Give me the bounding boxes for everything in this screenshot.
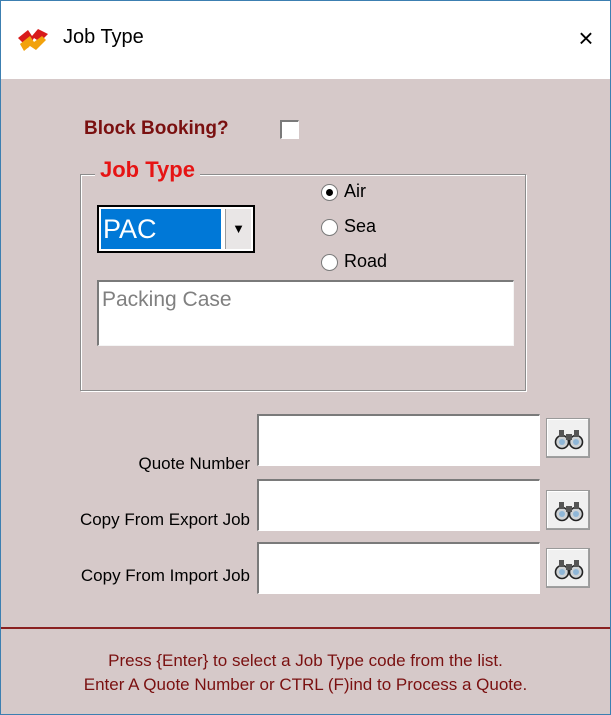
job-type-description: Packing Case <box>97 280 514 346</box>
window-title: Job Type <box>63 26 144 48</box>
job-type-window: Job Type × Block Booking? Job Type PAC ▼… <box>0 0 611 715</box>
copy-import-input[interactable] <box>257 542 540 594</box>
block-booking-label: Block Booking? <box>84 118 229 139</box>
app-logo-icon <box>18 29 48 51</box>
help-line-2: Enter A Quote Number or CTRL (F)ind to P… <box>83 675 528 694</box>
copy-export-label: Copy From Export Job <box>79 510 250 529</box>
radio-road[interactable] <box>321 254 338 271</box>
quote-number-input[interactable] <box>257 414 540 466</box>
chevron-down-icon[interactable]: ▼ <box>225 209 251 249</box>
job-type-code-value[interactable]: PAC <box>101 209 221 249</box>
copy-export-input[interactable] <box>257 479 540 531</box>
quote-find-button[interactable] <box>546 418 590 458</box>
help-text: Press {Enter} to select a Job Type code … <box>1 649 610 697</box>
binoculars-icon <box>554 502 584 522</box>
export-find-button[interactable] <box>546 490 590 530</box>
binoculars-icon <box>554 430 584 450</box>
title-bar[interactable]: Job Type × <box>1 1 610 79</box>
footer-divider <box>1 627 610 629</box>
import-find-button[interactable] <box>546 548 590 588</box>
radio-sea-label[interactable]: Sea <box>344 216 376 237</box>
quote-number-label: Quote Number <box>138 454 251 473</box>
radio-air[interactable] <box>321 184 338 201</box>
binoculars-icon <box>554 560 584 580</box>
copy-import-label: Copy From Import Job <box>80 566 250 585</box>
job-type-code-select[interactable]: PAC ▼ <box>97 205 255 253</box>
close-button[interactable]: × <box>571 23 601 53</box>
radio-sea[interactable] <box>321 219 338 236</box>
help-line-1: Press {Enter} to select a Job Type code … <box>108 651 503 670</box>
radio-road-label[interactable]: Road <box>344 251 387 272</box>
radio-air-label[interactable]: Air <box>344 181 366 202</box>
block-booking-checkbox[interactable] <box>280 120 299 139</box>
job-type-legend: Job Type <box>95 157 200 183</box>
